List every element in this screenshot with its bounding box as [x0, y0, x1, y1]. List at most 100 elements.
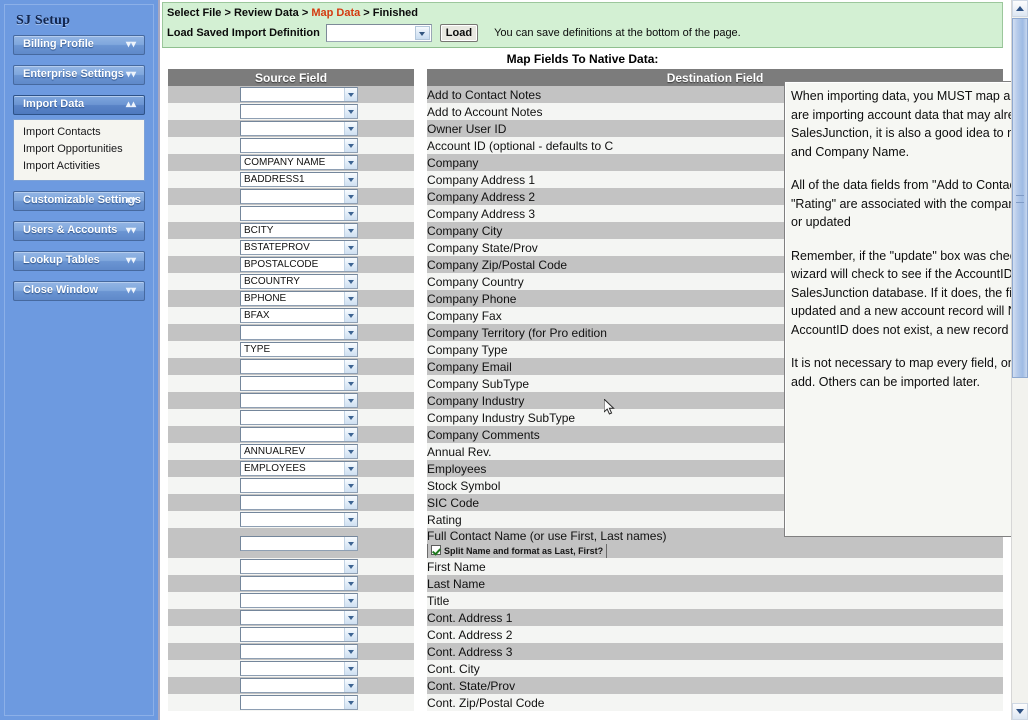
sidebar-item-close-window[interactable]: Close Window ▾▾ — [13, 281, 145, 301]
breadcrumb-step-review-data[interactable]: Review Data — [234, 7, 299, 19]
source-field-cell — [234, 643, 358, 660]
source-field-select[interactable] — [240, 644, 358, 659]
column-gap — [414, 290, 428, 307]
chevron-up-icon: ▴▴ — [125, 99, 136, 110]
row-pad — [358, 188, 415, 205]
row-pad — [358, 494, 415, 511]
source-field-cell — [234, 375, 358, 392]
source-field-select[interactable]: BCOUNTRY — [240, 274, 358, 289]
column-gap — [414, 341, 428, 358]
row-pad — [358, 273, 415, 290]
source-field-select[interactable] — [240, 410, 358, 425]
row-pad — [358, 558, 415, 575]
source-field-select[interactable] — [240, 478, 358, 493]
source-field-select[interactable]: COMPANY NAME — [240, 155, 358, 170]
destination-field-label: First Name — [427, 559, 486, 574]
table-row: Cont. Address 1 — [168, 609, 1004, 626]
table-row: Cont. Zip/Postal Code — [168, 694, 1004, 711]
destination-field-label: Last Name — [427, 576, 486, 591]
sidebar-subitem-import-opportunities[interactable]: Import Opportunities — [14, 141, 144, 158]
source-field-select[interactable] — [240, 512, 358, 527]
sidebar-panel: SJ Setup Billing Profile ▾▾ Enterprise S… — [4, 4, 154, 716]
help-paragraph: When importing data, you MUST map a Comp… — [791, 89, 1011, 159]
source-field-select[interactable] — [240, 559, 358, 574]
source-field-select[interactable]: BADDRESS1 — [240, 172, 358, 187]
sidebar-item-customizable-settings[interactable]: Customizable Settings ▾▾ — [13, 191, 145, 211]
destination-field-label: Cont. Address 1 — [427, 610, 513, 625]
sidebar-item-import-data[interactable]: Import Data ▴▴ — [13, 95, 145, 115]
breadcrumb-step-finished[interactable]: Finished — [373, 7, 418, 19]
source-field-select[interactable] — [240, 576, 358, 591]
sidebar-item-label: Enterprise Settings — [23, 68, 124, 80]
scroll-down-arrow-icon[interactable] — [1012, 703, 1028, 720]
row-gutter — [168, 426, 234, 443]
source-field-select[interactable] — [240, 376, 358, 391]
chevron-down-icon — [344, 462, 357, 475]
source-field-select[interactable] — [240, 661, 358, 676]
source-field-select[interactable] — [240, 206, 358, 221]
source-field-select[interactable] — [240, 427, 358, 442]
source-field-select[interactable] — [240, 393, 358, 408]
scroll-up-arrow-icon[interactable] — [1012, 0, 1028, 17]
sidebar-item-lookup-tables[interactable]: Lookup Tables ▾▾ — [13, 251, 145, 271]
source-field-select[interactable]: BFAX — [240, 308, 358, 323]
sidebar-item-enterprise-settings[interactable]: Enterprise Settings ▾▾ — [13, 65, 145, 85]
source-field-select[interactable] — [240, 695, 358, 710]
source-field-cell — [234, 528, 358, 558]
table-row: Cont. State/Prov — [168, 677, 1004, 694]
row-pad — [358, 256, 415, 273]
source-field-select[interactable] — [240, 593, 358, 608]
row-pad — [358, 222, 415, 239]
split-name-checkbox[interactable] — [431, 545, 442, 555]
scrollbar-thumb[interactable] — [1012, 18, 1028, 378]
row-gutter — [168, 120, 234, 137]
breadcrumb-separator: > — [221, 7, 234, 19]
source-field-select[interactable] — [240, 359, 358, 374]
row-pad — [358, 137, 415, 154]
source-field-select[interactable]: TYPE — [240, 342, 358, 357]
source-field-select[interactable]: BPOSTALCODE — [240, 257, 358, 272]
source-field-select[interactable]: BCITY — [240, 223, 358, 238]
source-field-select[interactable] — [240, 325, 358, 340]
chevron-down-icon — [344, 645, 357, 658]
chevron-down-icon — [344, 207, 357, 220]
chevron-down-icon — [344, 496, 357, 509]
saved-import-definition-select[interactable] — [325, 24, 432, 42]
source-field-select[interactable] — [240, 535, 358, 551]
column-gap — [414, 528, 428, 558]
source-field-select[interactable] — [240, 610, 358, 625]
destination-field-cell: Cont. State/Prov — [427, 677, 1004, 694]
source-field-select[interactable]: BSTATEPROV — [240, 240, 358, 255]
column-gap — [414, 426, 428, 443]
source-field-cell — [234, 137, 358, 154]
sidebar-item-billing-profile[interactable]: Billing Profile ▾▾ — [13, 35, 145, 55]
source-field-cell — [234, 477, 358, 494]
source-field-cell — [234, 120, 358, 137]
column-gap — [414, 188, 428, 205]
source-field-select[interactable] — [240, 87, 358, 102]
source-field-select[interactable] — [240, 627, 358, 642]
source-field-select[interactable]: ANNUALREV — [240, 444, 358, 459]
source-field-select[interactable] — [240, 121, 358, 136]
source-field-select[interactable] — [240, 104, 358, 119]
sidebar-item-label: Lookup Tables — [23, 254, 100, 266]
chevron-down-icon: ▾▾ — [125, 39, 136, 50]
column-gap — [414, 609, 428, 626]
breadcrumb-step-select-file[interactable]: Select File — [167, 7, 221, 19]
source-field-cell — [234, 558, 358, 575]
source-field-select[interactable] — [240, 495, 358, 510]
source-field-select[interactable] — [240, 678, 358, 693]
wizard-header-band: Select File > Review Data > Map Data > F… — [162, 2, 1003, 48]
source-field-cell — [234, 575, 358, 592]
source-field-select[interactable] — [240, 138, 358, 153]
sidebar-subitem-import-activities[interactable]: Import Activities — [14, 158, 144, 175]
source-field-select[interactable]: BPHONE — [240, 291, 358, 306]
sidebar-subitem-import-contacts[interactable]: Import Contacts — [14, 124, 144, 141]
source-field-cell — [234, 86, 358, 103]
source-field-select[interactable]: EMPLOYEES — [240, 461, 358, 476]
vertical-scrollbar[interactable] — [1011, 0, 1028, 720]
load-button[interactable]: Load — [439, 24, 479, 42]
column-gap — [414, 494, 428, 511]
source-field-select[interactable] — [240, 189, 358, 204]
sidebar-item-users-accounts[interactable]: Users & Accounts ▾▾ — [13, 221, 145, 241]
